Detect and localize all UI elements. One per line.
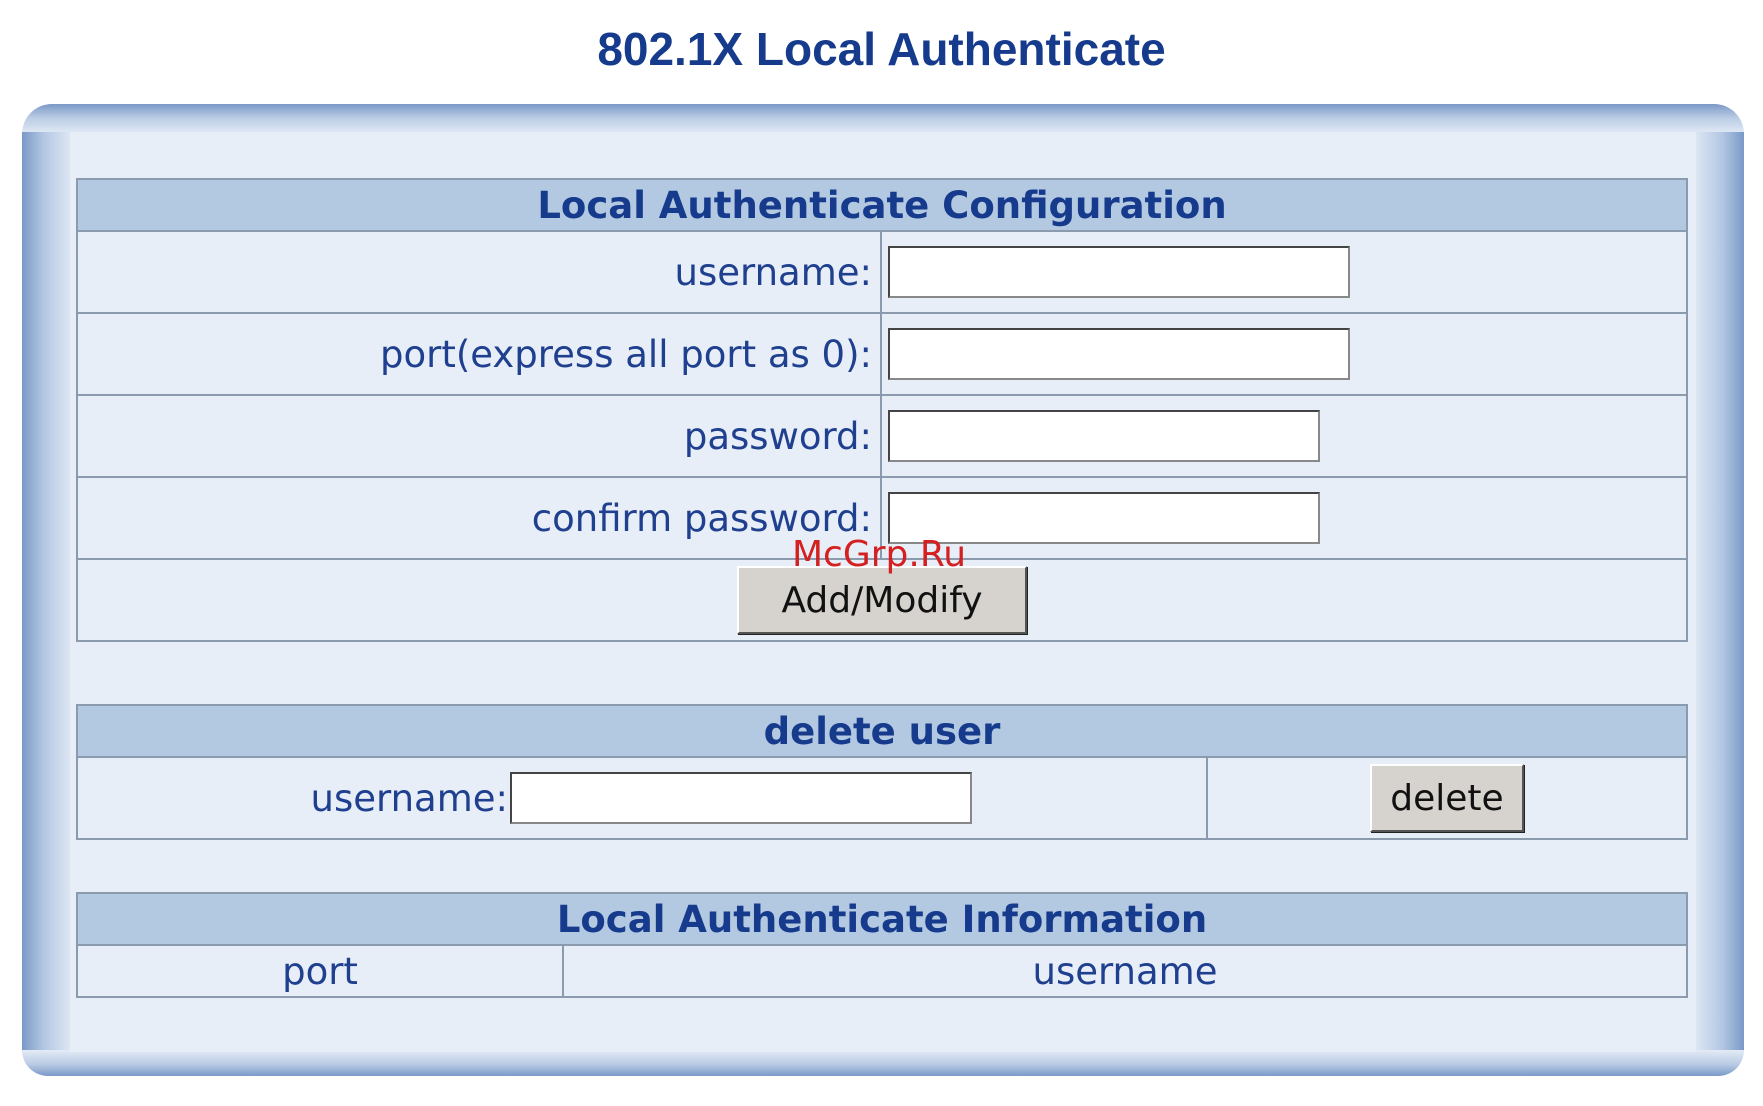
delete-username-cell: username:	[76, 756, 1208, 840]
info-header: Local Authenticate Information	[76, 892, 1688, 946]
delete-user-table: delete user username: delete	[76, 704, 1688, 840]
frame-top-border	[22, 104, 1744, 134]
delete-button-cell: delete	[1206, 756, 1688, 840]
config-header: Local Authenticate Configuration	[76, 178, 1688, 232]
info-table: Local Authenticate Information port user…	[76, 892, 1688, 998]
page-title: 802.1X Local Authenticate	[597, 23, 1166, 75]
config-port-input[interactable]	[888, 328, 1350, 380]
config-confirm-input[interactable]	[888, 492, 1320, 544]
config-username-input[interactable]	[888, 246, 1350, 298]
config-password-input[interactable]	[888, 410, 1320, 462]
config-password-label: password:	[76, 394, 882, 478]
info-column-username: username	[562, 944, 1688, 998]
config-username-label: username:	[76, 230, 882, 314]
config-port-label: port(express all port as 0):	[76, 312, 882, 396]
add-modify-button[interactable]: Add/Modify	[737, 566, 1027, 634]
delete-username-label: username:	[310, 776, 508, 820]
frame-right-border	[1696, 132, 1744, 1052]
frame-bottom-border	[22, 1050, 1744, 1076]
config-username-cell	[880, 230, 1688, 314]
frame-left-border	[22, 132, 70, 1052]
config-port-cell	[880, 312, 1688, 396]
config-confirm-cell	[880, 476, 1688, 560]
config-confirm-label: confirm password:	[76, 476, 882, 560]
delete-username-input[interactable]	[510, 772, 972, 824]
info-column-port: port	[76, 944, 564, 998]
delete-button[interactable]: delete	[1370, 764, 1524, 832]
config-password-cell	[880, 394, 1688, 478]
config-submit-cell: Add/Modify	[76, 558, 1688, 642]
delete-user-header: delete user	[76, 704, 1688, 758]
config-table: Local Authenticate Configuration usernam…	[76, 178, 1688, 642]
